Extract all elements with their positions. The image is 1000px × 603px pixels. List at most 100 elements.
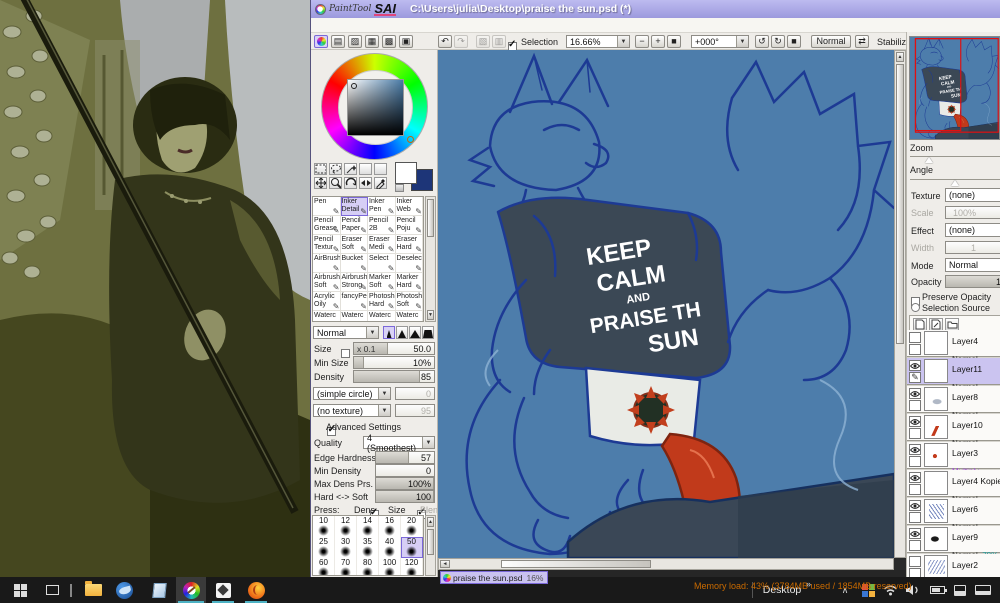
layer-visibility-toggle[interactable] (909, 416, 921, 427)
layer-row[interactable]: ✎ Layer9 Normal 79% (907, 526, 1000, 553)
brush-size-preset[interactable]: 100 (379, 558, 401, 576)
layer-row[interactable]: ✎ Layer8 Normal 100% (907, 386, 1000, 413)
eyedropper-tool[interactable] (374, 177, 387, 189)
empty-tool-slot[interactable] (374, 163, 387, 175)
tool-button[interactable]: fancyPe ✎ (341, 292, 369, 311)
tool-button[interactable]: Marker Soft ✎ (368, 273, 396, 292)
tool-button[interactable]: Waterc ✎ (313, 311, 341, 322)
quality-dropdown[interactable]: 4 (Smoothest)▼ (363, 436, 435, 449)
layer-paint-indicator[interactable]: ✎ (909, 568, 921, 577)
inkscape-button[interactable] (210, 577, 236, 603)
layer-mode-dropdown[interactable]: Normal (945, 258, 1000, 272)
chevron-down-icon[interactable]: ▼ (422, 437, 434, 448)
swap-colors-button[interactable] (395, 184, 404, 192)
tool-button[interactable]: Pencil Textur ✎ (313, 235, 341, 254)
tool-button[interactable]: Waterc ✎ (396, 311, 424, 322)
layer-paint-indicator[interactable]: ✎ (909, 456, 921, 467)
tool-button[interactable]: Pen ✎ (313, 197, 341, 216)
scroll-up-button[interactable]: ▲ (427, 517, 434, 527)
nav-zoom-marker[interactable] (925, 157, 933, 163)
brush-size-preset[interactable]: 12 (335, 516, 357, 537)
hsv-slider-panel-button[interactable]: ▨ (348, 35, 362, 48)
layer-visibility-toggle[interactable] (909, 556, 921, 567)
tool-button[interactable]: Photosh Soft ✎ (396, 292, 424, 311)
layer-row[interactable]: ✎ Layer4 Normal 100%Lock (907, 330, 1000, 357)
rect-select-tool[interactable] (314, 163, 327, 175)
brush-size-preset[interactable]: 70 (335, 558, 357, 576)
sai-taskbar-button[interactable] (176, 577, 206, 603)
brush-shape-button[interactable] (383, 326, 395, 339)
tool-button[interactable]: Pencil Poju ✎ (396, 216, 424, 235)
brush-size-preset[interactable]: 50 (401, 537, 423, 558)
layer-visibility-toggle[interactable] (909, 332, 921, 343)
layer-row[interactable]: ✎ Layer4 Kopie Normal 100% (907, 470, 1000, 497)
layer-row[interactable]: ✎ Layer6 Normal 100% (907, 498, 1000, 525)
layer-row[interactable]: ✎ Layer11 Normal 100% (907, 358, 1000, 385)
layer-paint-indicator[interactable]: ✎ (909, 484, 921, 495)
layer-visibility-toggle[interactable] (909, 472, 921, 483)
canvas[interactable] (438, 50, 894, 558)
layer-paint-indicator[interactable]: ✎ (909, 428, 921, 439)
layer-paint-indicator[interactable]: ✎ (909, 372, 921, 383)
canvas-hscrollbar[interactable]: ◄ (438, 558, 894, 570)
tool-button[interactable]: Acrylic Oily ✎ (313, 292, 341, 311)
scroll-up-button[interactable]: ▲ (896, 52, 904, 62)
redo-button[interactable]: ↷ (454, 35, 468, 48)
foreground-color-swatch[interactable] (395, 162, 417, 184)
start-button[interactable] (6, 577, 34, 603)
brush-size-preset[interactable]: 120 (401, 558, 423, 576)
max-dens-slider[interactable]: 100% (375, 477, 435, 490)
brush-size-preset[interactable]: 10 (313, 516, 335, 537)
zoom-reset-button[interactable]: ■ (667, 35, 681, 48)
brush-shape-button[interactable] (422, 326, 434, 339)
view-mode-button[interactable]: Normal (811, 35, 851, 48)
firefox-button[interactable] (243, 577, 269, 603)
zoom-dropdown[interactable]: 16.66%▼ (566, 35, 630, 48)
scroll-left-button[interactable]: ◄ (440, 560, 450, 568)
tool-button[interactable]: Bucket ✎ (341, 254, 369, 273)
layer-paint-indicator[interactable]: ✎ (909, 540, 921, 551)
brush-size-preset[interactable]: 30 (335, 537, 357, 558)
touch-keyboard-button[interactable] (972, 577, 994, 603)
undo-button[interactable]: ↶ (438, 35, 452, 48)
notepad-button[interactable] (146, 577, 172, 603)
layer-row[interactable]: ✎ Layer10 Normal 100% (907, 414, 1000, 441)
move-tool[interactable] (314, 177, 327, 189)
texture-dropdown[interactable]: (none) (945, 188, 1000, 202)
chevron-down-icon[interactable]: ▼ (617, 36, 629, 47)
thunderbird-button[interactable] (111, 577, 137, 603)
chevron-down-icon[interactable]: ▼ (378, 405, 390, 416)
tool-grid-scrollbar[interactable]: ▼ (425, 196, 436, 322)
size-unit-checkbox[interactable] (341, 349, 350, 358)
brush-size-preset[interactable]: 80 (357, 558, 379, 576)
tool-button[interactable]: Waterc ✎ (341, 311, 369, 322)
tool-button[interactable]: Airbrush Strong ✎ (341, 273, 369, 292)
layer-opacity-slider[interactable]: 100 (945, 275, 1000, 288)
tool-button[interactable]: Select ✎ (368, 254, 396, 273)
tool-button[interactable]: Pencil 2B ✎ (368, 216, 396, 235)
tool-button[interactable]: Inker Detail ✎ (341, 197, 369, 216)
layer-visibility-toggle[interactable] (909, 500, 921, 511)
size-slider[interactable]: x 0.150.0 (353, 342, 435, 355)
tool-button[interactable]: Waterc ✎ (368, 311, 396, 322)
layer-visibility-toggle[interactable] (909, 360, 921, 371)
saturation-value-picker[interactable] (347, 79, 404, 136)
brush-size-preset[interactable]: 35 (357, 537, 379, 558)
tool-button[interactable]: Photosh Hard ✎ (368, 292, 396, 311)
tool-button[interactable]: Inker Pen ✎ (368, 197, 396, 216)
tool-button[interactable]: Pencil Grease ✎ (313, 216, 341, 235)
flip-tool[interactable] (359, 177, 372, 189)
chevron-down-icon[interactable]: ▼ (736, 36, 748, 47)
file-explorer-button[interactable] (80, 577, 106, 603)
layer-paint-indicator[interactable]: ✎ (909, 344, 921, 355)
magic-wand-tool[interactable] (344, 163, 357, 175)
navigator[interactable] (909, 36, 1000, 140)
zoom-out-button[interactable]: − (635, 35, 649, 48)
brush-shape-button[interactable] (396, 326, 408, 339)
layer-visibility-toggle[interactable] (909, 528, 921, 539)
rgb-slider-panel-button[interactable]: ▤ (331, 35, 345, 48)
document-tab[interactable]: praise the sun.psd 16% (440, 571, 548, 584)
battery-button[interactable] (926, 577, 948, 603)
chevron-down-icon[interactable]: ▼ (366, 327, 378, 338)
brush-size-preset[interactable]: 25 (313, 537, 335, 558)
